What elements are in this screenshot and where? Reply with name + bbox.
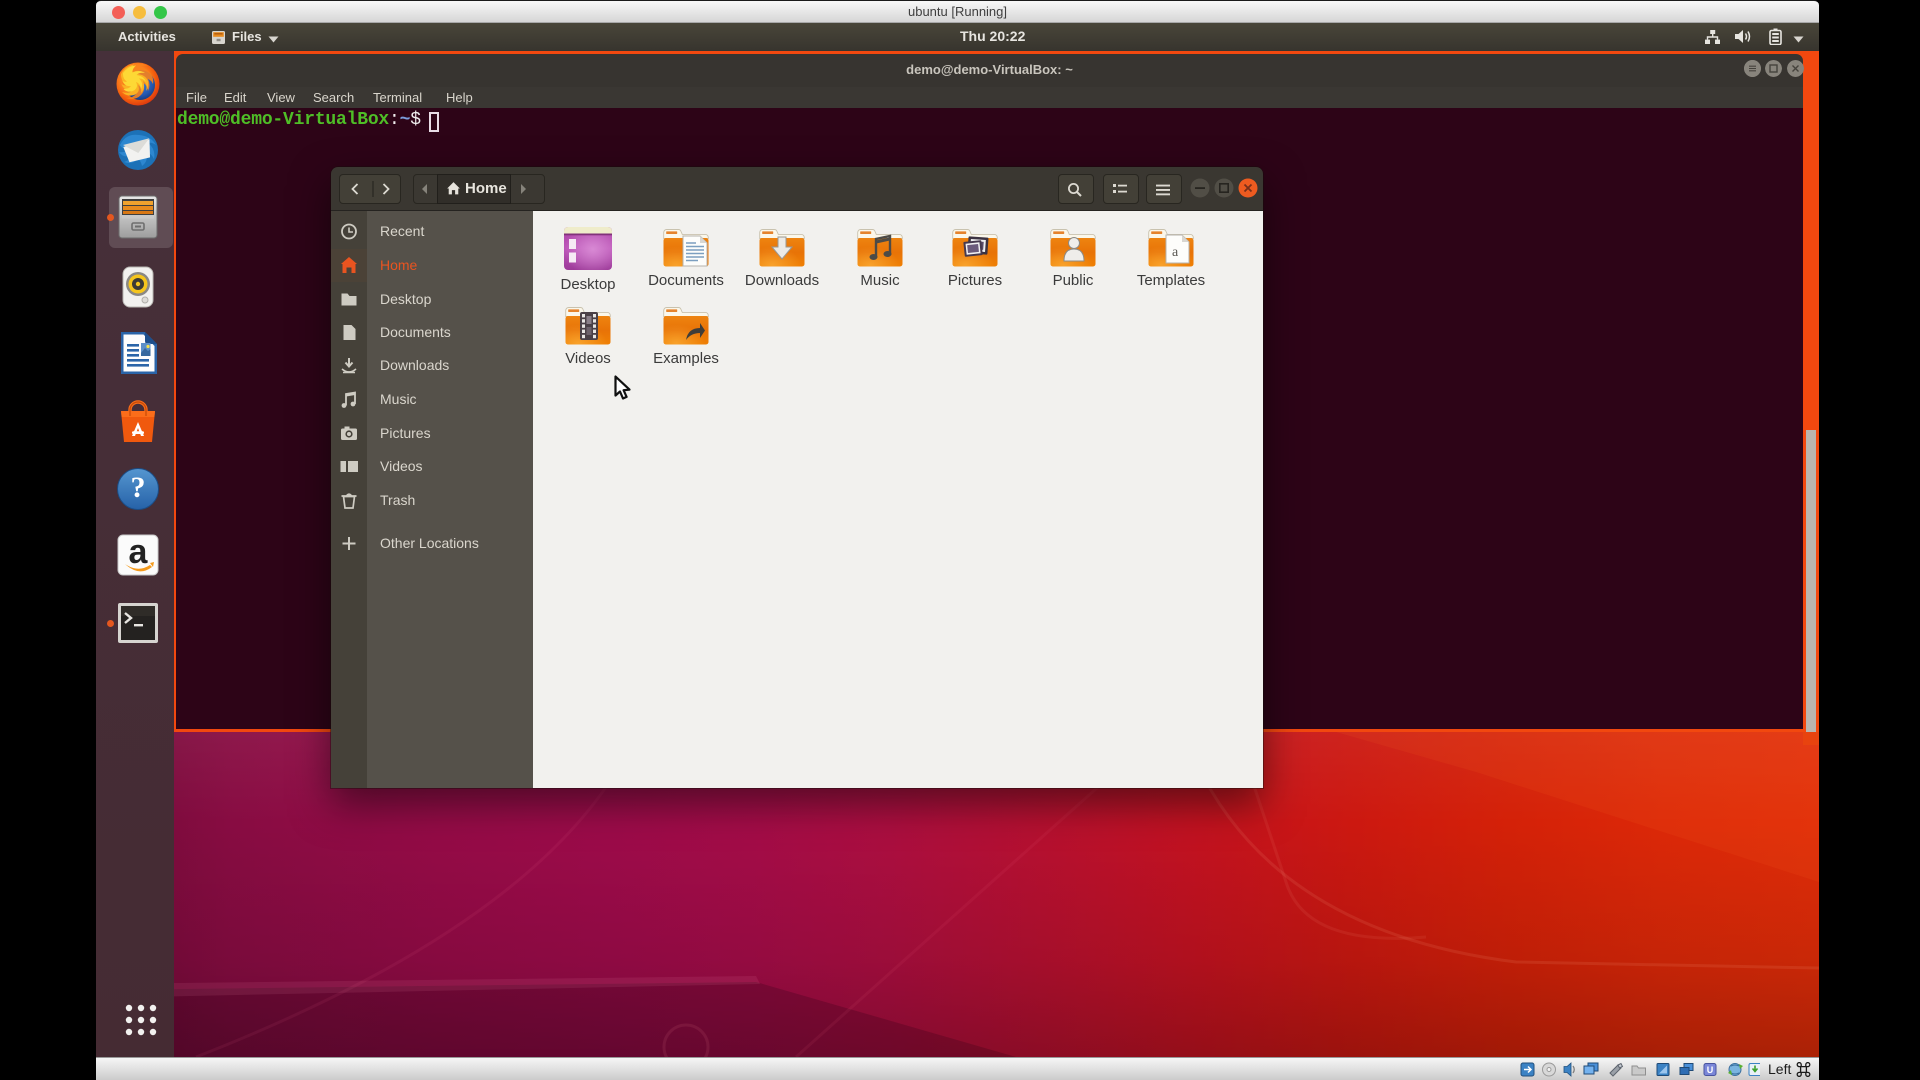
svg-text:U: U [1707,1065,1714,1075]
svg-text:?: ? [131,471,146,504]
svg-text:a: a [1172,245,1179,260]
svg-text:a: a [129,533,149,571]
